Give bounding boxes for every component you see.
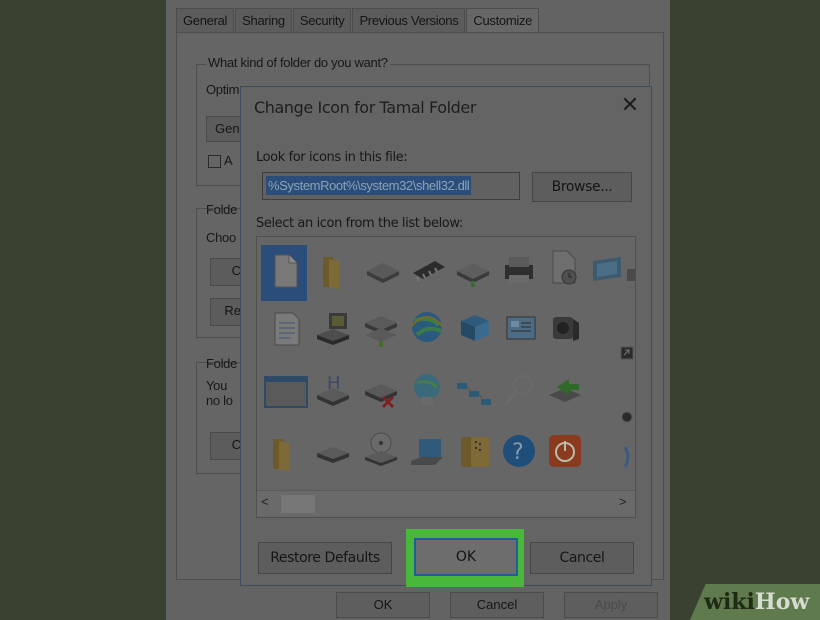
blank-document-icon[interactable] xyxy=(265,251,305,291)
icon-list[interactable]: H ? xyxy=(256,236,636,518)
recycle-arrow-icon[interactable] xyxy=(545,371,585,411)
properties-apply-button[interactable]: Apply xyxy=(564,592,658,618)
network-globe-icon[interactable] xyxy=(407,369,447,409)
optimize-label: Optim xyxy=(206,82,240,97)
folder-icons-desc-line2: no lo xyxy=(206,393,233,408)
archive-folder-icon[interactable] xyxy=(455,431,495,471)
shortcut-arrow-icon[interactable] xyxy=(619,335,636,375)
background-left xyxy=(0,0,166,620)
select-icon-label: Select an icon from the list below: xyxy=(256,216,463,231)
scroll-left-arrow[interactable]: < xyxy=(261,494,269,509)
properties-ok-button[interactable]: OK xyxy=(336,592,430,618)
browse-button[interactable]: Browse... xyxy=(532,172,632,202)
icon-file-path-input[interactable]: %SystemRoot%\system32\shell32.dll xyxy=(262,172,520,200)
folder-pictures-label: Folde xyxy=(206,202,238,217)
tab-sharing[interactable]: Sharing xyxy=(235,8,292,34)
search-magnifier-icon[interactable] xyxy=(499,371,539,411)
apply-subfolders-label: A xyxy=(224,153,233,168)
folder-icons-label: Folde xyxy=(206,356,238,371)
globe-icon[interactable] xyxy=(407,307,447,347)
disconnected-drive-icon[interactable] xyxy=(361,373,401,413)
screen-settings-icon[interactable] xyxy=(501,309,541,349)
speaker-icon[interactable] xyxy=(545,309,585,349)
power-icon[interactable] xyxy=(545,431,585,471)
cd-drive-icon[interactable] xyxy=(361,429,401,469)
network-drive-icon[interactable] xyxy=(453,251,493,291)
small-icon[interactable] xyxy=(619,399,636,439)
network-drives-icon[interactable] xyxy=(361,309,401,349)
window-icon[interactable] xyxy=(263,371,309,411)
monitor-icon[interactable] xyxy=(587,251,627,291)
svg-text:H: H xyxy=(327,373,341,394)
laptop-icon[interactable] xyxy=(407,433,447,473)
properties-tabbar: General Sharing Security Previous Versio… xyxy=(176,8,540,34)
dialog-title: Change Icon for Tamal Folder xyxy=(254,98,477,117)
tab-security[interactable]: Security xyxy=(292,8,352,34)
restore-defaults-button[interactable]: Restore Defaults xyxy=(258,542,392,574)
folder-icon[interactable] xyxy=(315,251,355,291)
close-icon[interactable]: ✕ xyxy=(620,92,640,118)
tab-customize[interactable]: Customize xyxy=(466,8,540,34)
wikihow-logo: wikiHow xyxy=(704,589,810,615)
icon-list-scrollbar[interactable]: < > xyxy=(257,490,635,516)
background-right xyxy=(670,0,820,620)
document-clock-icon[interactable] xyxy=(545,247,585,287)
help-question-icon[interactable]: ? xyxy=(499,431,539,471)
tab-previous-versions[interactable]: Previous Versions xyxy=(352,8,466,34)
network-folder-icon[interactable] xyxy=(455,309,495,349)
disk-drive-icon[interactable] xyxy=(313,433,353,473)
shortcut-arrow-icon[interactable] xyxy=(625,261,636,301)
choose-file-text: Choo xyxy=(206,230,236,245)
partial-icon[interactable] xyxy=(621,443,636,483)
apply-subfolders-checkbox[interactable] xyxy=(208,155,221,168)
folder-icon[interactable] xyxy=(265,433,305,473)
memory-chip-icon[interactable] xyxy=(409,251,449,291)
desktop-computer-icon[interactable] xyxy=(313,309,353,349)
hard-drive-icon[interactable]: H xyxy=(313,371,353,411)
scroll-right-arrow[interactable]: > xyxy=(619,494,627,509)
ok-button[interactable]: OK xyxy=(414,538,518,576)
svg-text:?: ? xyxy=(512,440,524,465)
folder-type-question: What kind of folder do you want? xyxy=(206,55,390,70)
printer-icon[interactable] xyxy=(499,251,539,291)
scroll-thumb[interactable] xyxy=(281,495,315,513)
drive-icon[interactable] xyxy=(363,251,403,291)
tab-general[interactable]: General xyxy=(176,8,235,34)
cancel-button[interactable]: Cancel xyxy=(530,542,634,574)
properties-cancel-button[interactable]: Cancel xyxy=(450,592,544,618)
text-document-icon[interactable] xyxy=(267,309,307,349)
icon-file-path-value: %SystemRoot%\system32\shell32.dll xyxy=(266,176,472,195)
folder-icons-desc-line1: You xyxy=(206,378,228,393)
look-for-icons-label: Look for icons in this file: xyxy=(256,150,408,165)
network-connections-icon[interactable] xyxy=(453,373,493,413)
